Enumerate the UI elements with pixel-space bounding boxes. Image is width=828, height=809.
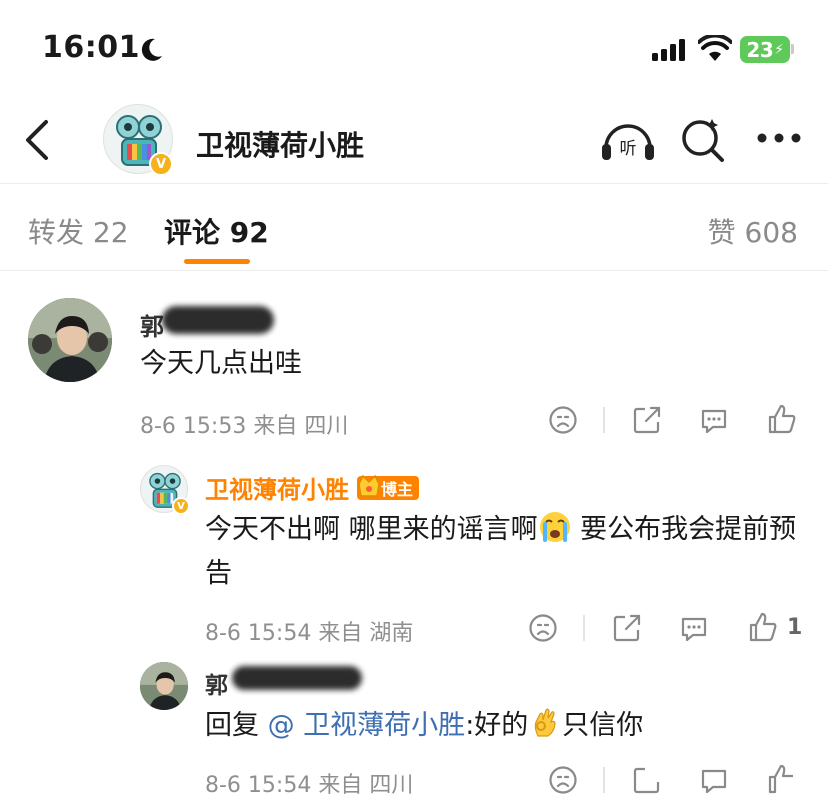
crown-icon	[358, 474, 380, 497]
nav-bar: V 卫视薄荷小胜 听	[0, 100, 828, 184]
tab-like[interactable]: 赞 608	[708, 211, 798, 251]
share-icon[interactable]	[632, 765, 662, 795]
blogger-badge-label: 博主	[381, 480, 414, 499]
active-tab-indicator	[184, 259, 250, 264]
share-icon[interactable]	[632, 405, 662, 435]
battery-tip	[791, 44, 794, 54]
like-thumb-icon[interactable]	[767, 763, 797, 795]
action-divider	[603, 407, 605, 433]
commenter-avatar[interactable]	[140, 662, 188, 710]
redacted-name	[162, 306, 274, 334]
reply-text: 回复 @ 卫视薄荷小胜:好的 只信你	[205, 704, 643, 748]
reply-prefix: 回复	[205, 710, 259, 741]
dislike-face-icon[interactable]	[548, 765, 578, 795]
ok-hand-emoji-icon	[535, 708, 556, 737]
person-photo-icon	[28, 298, 112, 382]
reply-body: :好的	[465, 710, 529, 741]
battery-indicator: 23 ⚡	[740, 36, 790, 63]
reply-suffix: 只信你	[562, 710, 644, 741]
redacted-name	[232, 666, 362, 690]
tab-repost[interactable]: 转发 22	[28, 211, 129, 251]
verified-badge-icon: V	[149, 152, 173, 176]
status-time: 16:01	[42, 30, 140, 65]
reply-comment-icon[interactable]	[679, 614, 709, 644]
reply-comment-icon[interactable]	[699, 406, 729, 436]
dislike-face-icon[interactable]	[528, 613, 558, 643]
back-arrow-icon[interactable]	[22, 118, 52, 162]
comment-meta: 8-6 15:53 来自 四川	[140, 414, 349, 439]
search-icon[interactable]	[680, 118, 726, 164]
moon-icon	[141, 38, 162, 61]
crying-face-emoji-icon	[539, 512, 570, 542]
reply-text-part1: 今天不出啊 哪里来的谣言啊	[205, 514, 538, 545]
battery-level: 23	[746, 37, 774, 62]
commenter-avatar[interactable]	[28, 298, 112, 382]
post-tabs: 转发 22 评论 92 赞 608	[0, 185, 828, 271]
account-name[interactable]: 卫视薄荷小胜	[196, 124, 364, 164]
share-icon[interactable]	[612, 613, 642, 643]
blogger-badge: 博主	[357, 474, 420, 500]
tab-comment[interactable]: 评论 92	[164, 211, 269, 251]
reply-text: 今天不出啊 哪里来的谣言啊 要公布我会提前预告	[205, 508, 805, 596]
blogger-name[interactable]: 卫视薄荷小胜 博主	[205, 470, 420, 505]
status-bar: 16:01 23 ⚡	[0, 0, 828, 100]
reply-meta: 8-6 15:54 来自 湖南	[205, 621, 414, 646]
like-thumb-icon[interactable]	[748, 611, 778, 643]
wifi-icon	[698, 35, 732, 61]
cellular-signal-icon	[652, 39, 685, 61]
mention-link[interactable]: @ 卫视薄荷小胜	[268, 710, 466, 741]
action-divider	[603, 767, 605, 793]
listen-label: 听	[620, 139, 637, 159]
like-thumb-icon[interactable]	[767, 403, 797, 435]
comment-text: 今天几点出哇	[140, 348, 302, 379]
commenter-name[interactable]: 郭	[205, 666, 228, 700]
person-photo-icon	[140, 662, 188, 710]
more-options-icon[interactable]	[756, 132, 802, 144]
blogger-name-text: 卫视薄荷小胜	[205, 476, 349, 504]
reply-meta: 8-6 15:54 来自 四川	[205, 773, 414, 798]
dislike-face-icon[interactable]	[548, 405, 578, 435]
action-divider	[583, 615, 585, 641]
commenter-name[interactable]: 郭	[140, 307, 164, 342]
verified-badge-icon: V	[172, 497, 190, 515]
like-count: 1	[787, 615, 803, 640]
listen-headphones-icon[interactable]: 听	[600, 118, 656, 164]
reply-comment-icon[interactable]	[699, 766, 729, 796]
